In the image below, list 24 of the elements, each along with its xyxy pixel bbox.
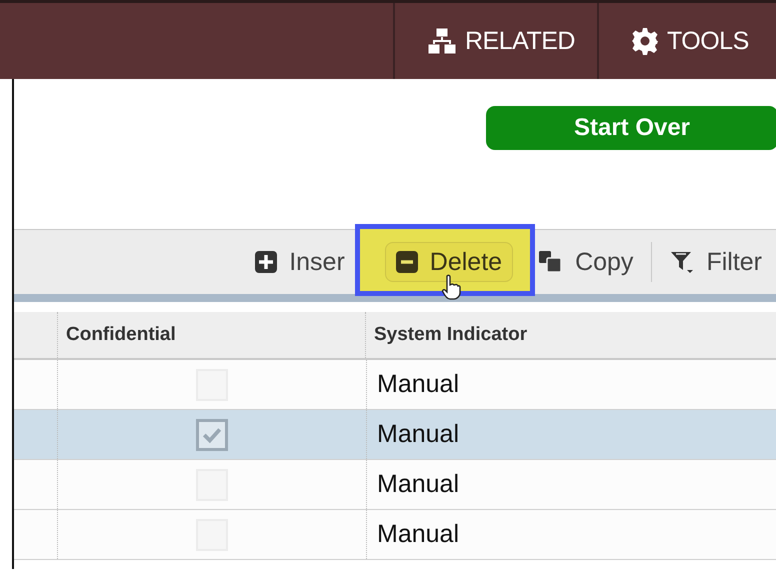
table-row[interactable]: Manual <box>14 410 776 460</box>
checkbox[interactable] <box>196 418 228 450</box>
related-icon <box>427 27 457 55</box>
filter-icon <box>670 250 694 274</box>
hand-cursor-icon <box>440 274 461 300</box>
table-cell-text: Manual <box>376 419 460 450</box>
table-row[interactable]: Manual <box>14 360 776 410</box>
table-row[interactable]: Manual <box>14 460 776 510</box>
copy-icon <box>539 251 564 273</box>
start-over-button[interactable]: Start Over <box>486 106 776 150</box>
toolbar-button[interactable]: Copy <box>525 242 648 282</box>
column-header[interactable]: System Indicator <box>366 312 776 358</box>
plus-icon <box>255 251 278 273</box>
settings-icon <box>630 27 659 55</box>
table-cell-text: Manual <box>376 369 460 400</box>
toolbar-button[interactable]: Delete <box>384 242 514 282</box>
toolbar-button[interactable]: Filter <box>656 242 776 282</box>
header-menu[interactable]: TOOLS <box>596 3 771 79</box>
table-row[interactable]: Manual <box>14 510 776 560</box>
header-menu[interactable]: RELATED <box>393 3 597 79</box>
minus-icon <box>396 251 418 273</box>
table-cell-text: Manual <box>376 519 460 550</box>
column-header[interactable]: Confidential <box>58 312 366 358</box>
table-cell-text: Manual <box>376 469 460 500</box>
